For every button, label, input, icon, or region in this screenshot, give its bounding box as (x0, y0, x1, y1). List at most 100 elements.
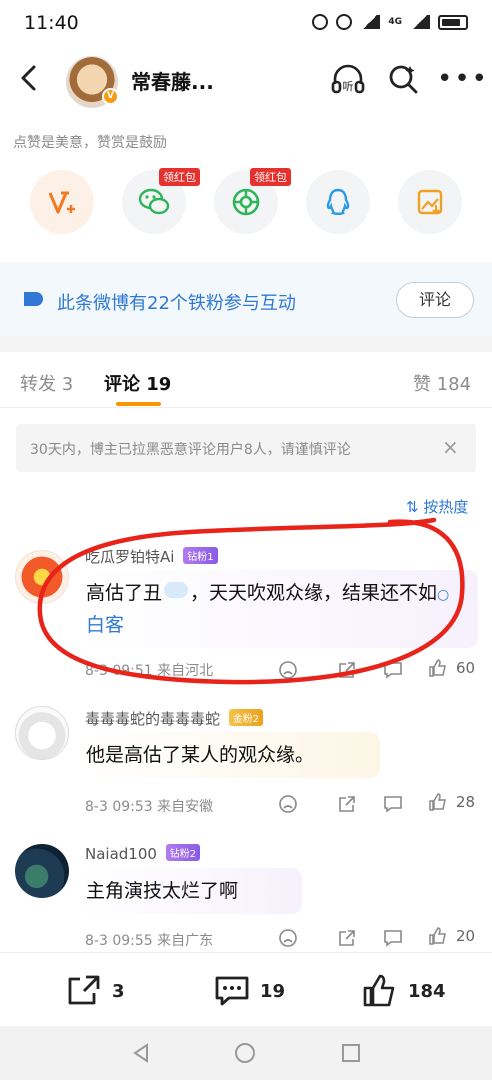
comment-text: 他是高估了某人的观众缘。 (86, 744, 315, 766)
reward-v-button[interactable] (30, 170, 94, 234)
bottom-repost-count: 3 (112, 980, 125, 1002)
comment-bubble[interactable]: 他是高估了某人的观众缘。 (80, 732, 380, 778)
comment-share-button[interactable] (337, 794, 357, 814)
signal-icon (410, 15, 430, 29)
dislike-face-icon (279, 661, 297, 679)
share-row: 领红包 领红包 (0, 168, 492, 240)
comment-meta: 8-3 09:51 来自河北 (85, 660, 213, 680)
like-count: 60 (456, 659, 476, 677)
red-packet-tag-2: 领红包 (250, 168, 291, 186)
share-icon (339, 662, 355, 678)
comment-avatar[interactable] (15, 844, 69, 898)
close-icon[interactable]: × (442, 435, 459, 459)
fans-banner-text: 此条微博有22个铁粉参与互动 (57, 293, 296, 314)
comment-time: 8-3 09:55 (85, 933, 153, 949)
author-name[interactable]: 常春藤... (131, 66, 214, 95)
share-icon (339, 796, 355, 812)
dislike-button[interactable] (278, 660, 298, 680)
bottom-repost-button[interactable]: 3 (66, 973, 125, 1009)
comment-avatar[interactable] (15, 550, 69, 604)
comment-username-text: 吃瓜罗铂特Ai (85, 548, 175, 566)
comment-reply-button[interactable] (383, 928, 403, 948)
bottom-like-count: 184 (408, 980, 446, 1002)
reward-v-icon (48, 191, 75, 214)
image-download-icon (417, 189, 443, 215)
comment-location: 来自安徽 (157, 799, 214, 815)
wechat-icon (138, 188, 170, 215)
fan-level-badge: 钻粉2 (165, 844, 201, 861)
search-icon[interactable] (386, 62, 420, 96)
listen-icon[interactable]: 听 (330, 62, 366, 98)
thumbs-up-icon (429, 659, 446, 677)
back-arrow-icon[interactable] (14, 62, 46, 94)
comment-location: 来自河北 (157, 663, 214, 679)
like-count: 28 (456, 793, 476, 811)
comment-like-button[interactable]: 60 (428, 658, 475, 678)
wifi-icon (360, 15, 381, 29)
dislike-button[interactable] (278, 928, 298, 948)
repost-icon (68, 975, 100, 1005)
search-keyword-text: 白客 (86, 614, 125, 636)
bottom-comment-count: 19 (260, 980, 286, 1002)
reward-hint: 点赞是美意，赞赏是鼓励 (13, 135, 167, 151)
comment-text: 主角演技太烂了啊 (86, 880, 239, 902)
system-home-icon[interactable] (234, 1042, 256, 1068)
fans-icon (24, 292, 43, 306)
comment-avatar[interactable] (15, 706, 69, 760)
comment-text-part1: 高估了丑 (86, 582, 163, 604)
tab-comment[interactable]: 评论 19 (104, 370, 171, 396)
status-bar: 11:40 4G (0, 0, 492, 50)
more-options-icon[interactable]: ••• (437, 64, 489, 94)
comment-username[interactable]: 毒毒毒蛇的毒毒毒蛇 金粉2 (85, 708, 264, 729)
comment-location: 来自广东 (157, 933, 214, 949)
bottom-comment-button[interactable]: 19 (214, 973, 285, 1009)
status-icons: 4G (312, 14, 468, 30)
comment-meta: 8-3 09:55 来自广东 (85, 930, 213, 950)
reply-icon (384, 662, 402, 679)
comment-share-button[interactable] (337, 928, 357, 948)
svg-text:听: 听 (343, 80, 354, 93)
reply-icon (384, 930, 402, 947)
thumbs-up-icon (363, 974, 395, 1007)
tab-like[interactable]: 赞 184 (413, 370, 471, 396)
system-back-icon[interactable] (130, 1042, 152, 1068)
tab-repost[interactable]: 转发 3 (20, 370, 73, 396)
status-time: 11:40 (24, 12, 79, 34)
share-qq-button[interactable] (306, 170, 370, 234)
comment-username[interactable]: Naiad100 钻粉2 (85, 844, 201, 863)
sort-icon: ⇅ (406, 498, 419, 516)
comment-reply-button[interactable] (383, 660, 403, 680)
verified-badge-icon: V (102, 88, 119, 105)
bottom-like-button[interactable]: 184 (362, 973, 446, 1009)
fan-level-badge: 金粉2 (228, 709, 264, 726)
comment-share-button[interactable] (337, 660, 357, 680)
comment-like-button[interactable]: 20 (428, 926, 475, 946)
alarm-icon (312, 14, 329, 30)
network-label: 4G (388, 17, 402, 27)
comment-username[interactable]: 吃瓜罗铂特Ai 钻粉1 (85, 546, 218, 567)
interaction-tabs: 转发 3 评论 19 赞 184 (0, 352, 492, 408)
fans-comment-button[interactable]: 评论 (396, 282, 474, 318)
dislike-face-icon (279, 929, 297, 947)
save-image-button[interactable] (398, 170, 462, 234)
reply-icon (384, 796, 402, 813)
thumbs-up-icon (429, 927, 446, 945)
comment-bubble[interactable]: 高估了丑 ，天天吹观众缘，结果还不如○ 白客 (80, 570, 478, 648)
moments-icon (232, 188, 260, 216)
top-nav: V 常春藤... 听 ••• (0, 50, 492, 112)
cloud-emoji-icon (164, 582, 189, 598)
thumbs-up-icon (429, 793, 446, 811)
sort-toggle[interactable]: ⇅ 按热度 (406, 496, 468, 517)
red-packet-tag-1: 领红包 (159, 168, 200, 186)
battery-icon (438, 14, 468, 30)
dislike-button[interactable] (278, 794, 298, 814)
comment-bubble[interactable]: 主角演技太烂了啊 (80, 868, 302, 914)
block-notice: 30天内，博主已拉黑恶意评论用户8人，请谨慎评论 × (16, 424, 476, 472)
comment-like-button[interactable]: 28 (428, 792, 475, 812)
comment-username-text: Naiad100 (85, 845, 157, 863)
system-nav-bar (0, 1026, 492, 1080)
block-notice-text: 30天内，博主已拉黑恶意评论用户8人，请谨慎评论 (30, 442, 351, 458)
comment-reply-button[interactable] (383, 794, 403, 814)
system-recents-icon[interactable] (340, 1042, 362, 1068)
mute-icon (336, 14, 353, 30)
